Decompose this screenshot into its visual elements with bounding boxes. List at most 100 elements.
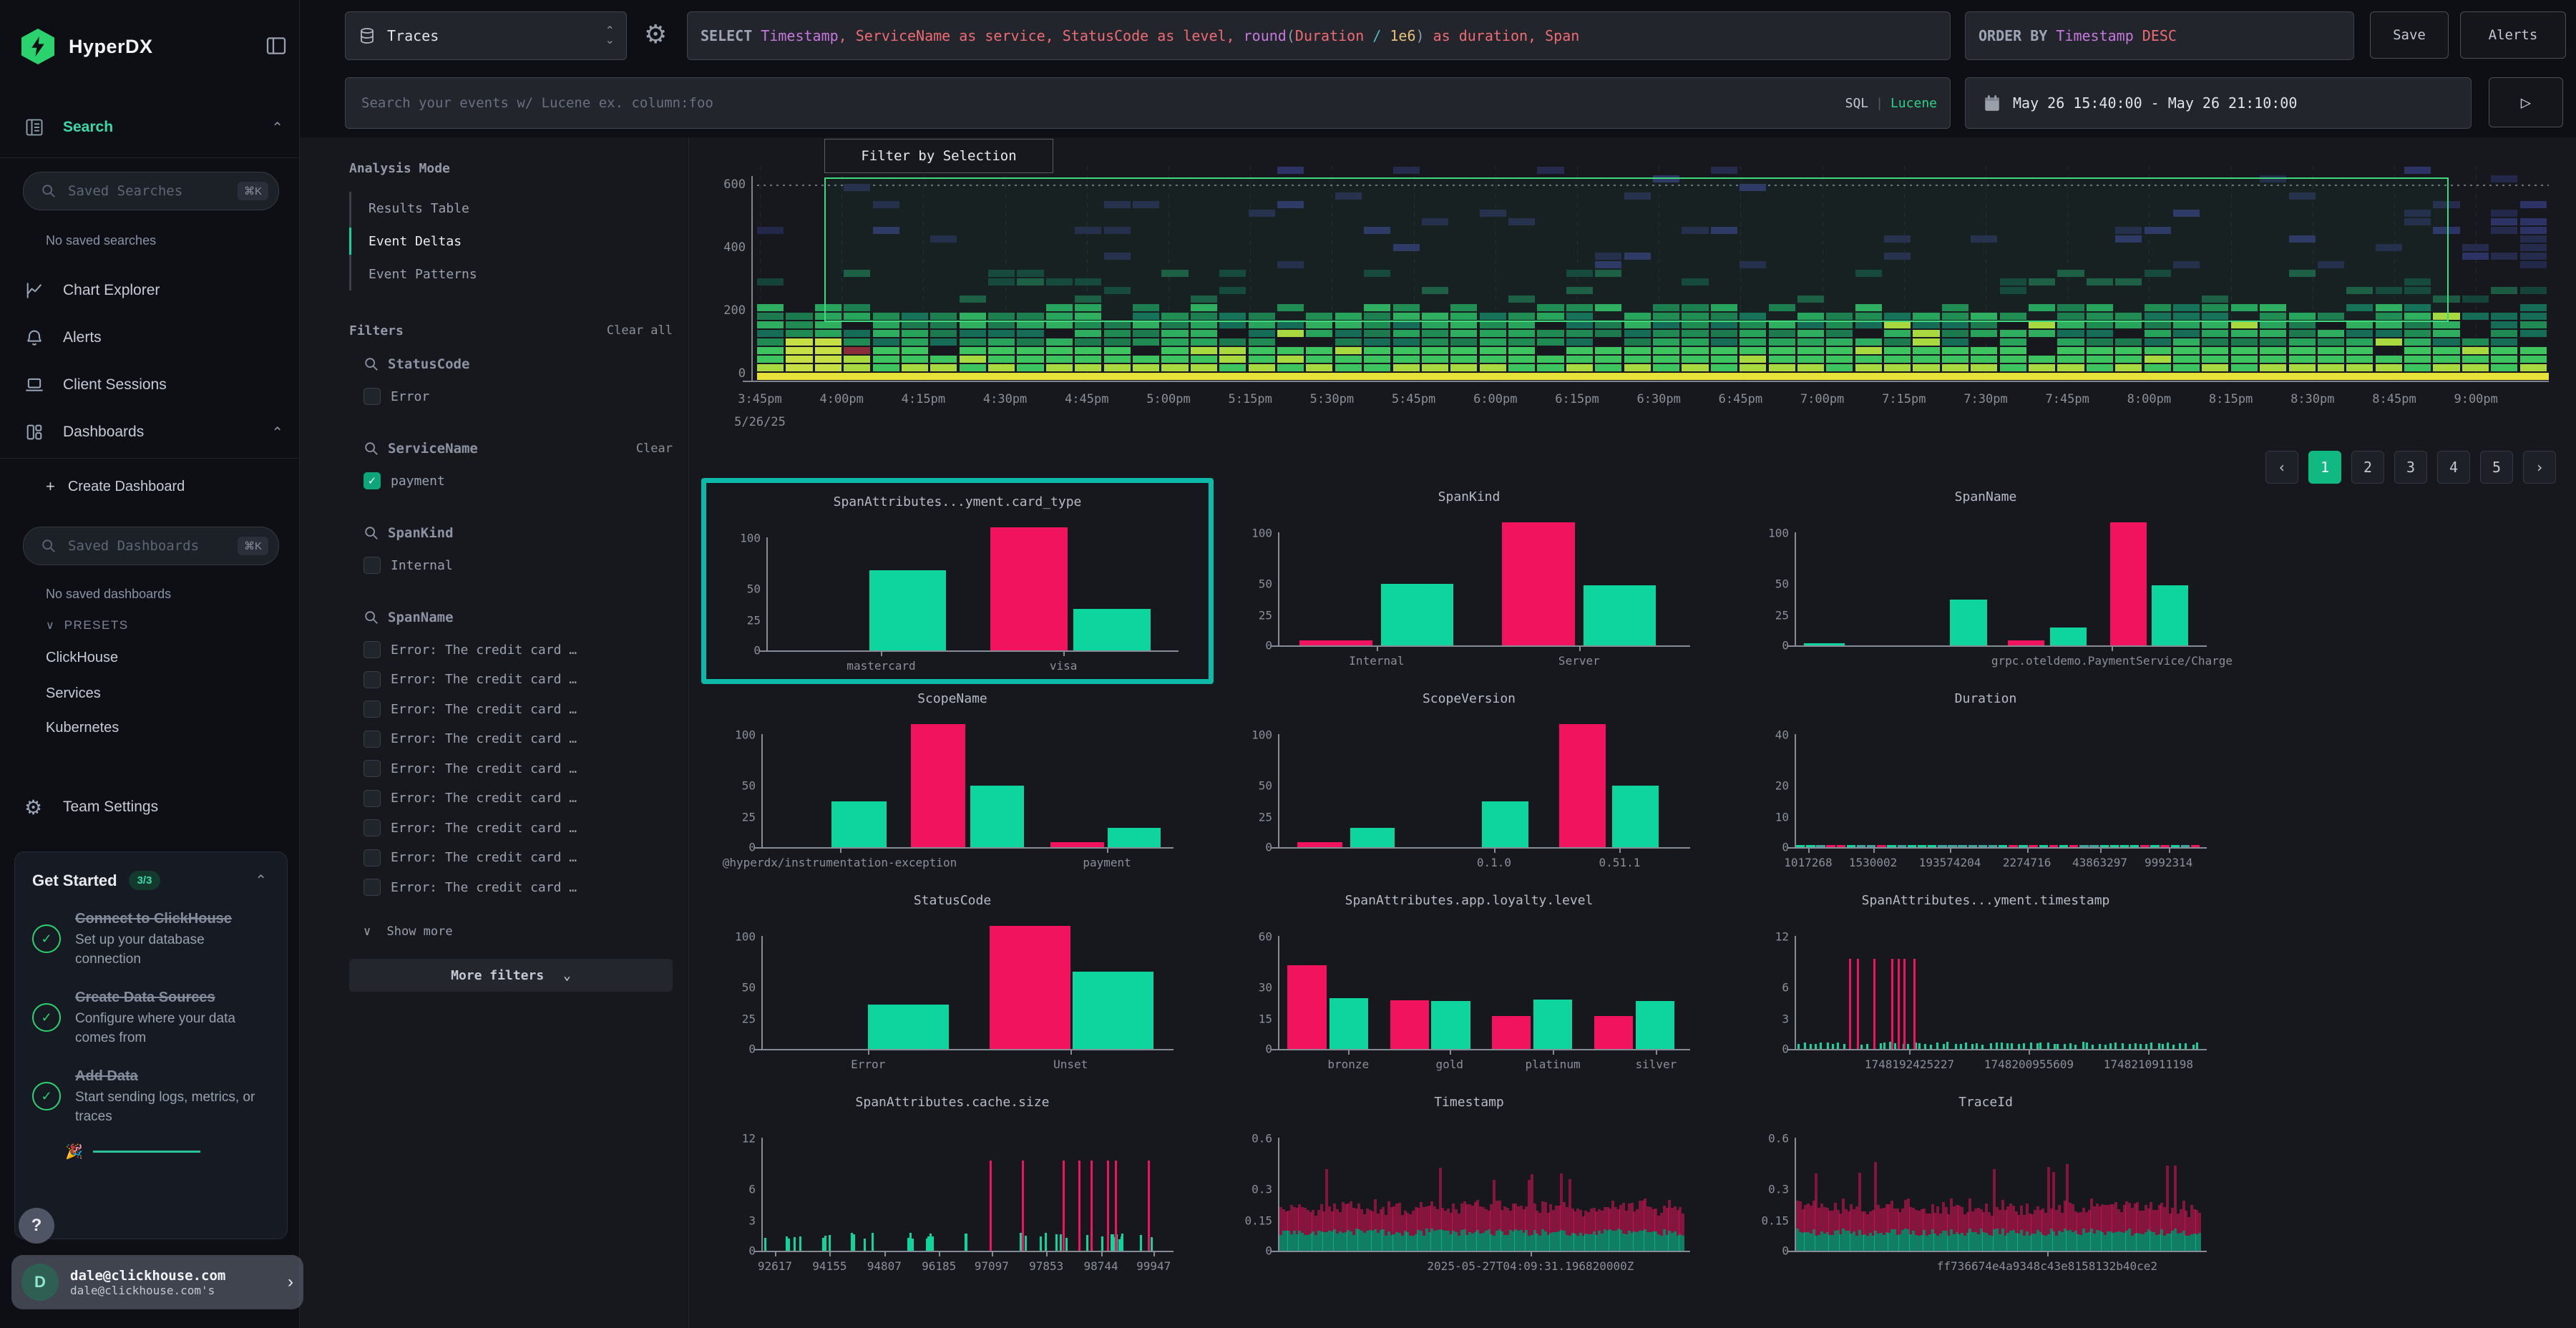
language-lucene-option[interactable]: Lucene (1890, 96, 1937, 111)
filter-option-error[interactable]: Error (364, 388, 673, 405)
alerts-button[interactable]: Alerts (2460, 11, 2566, 59)
source-select[interactable]: Traces ⌃⌄ (345, 11, 627, 60)
facet-clear-link[interactable]: Clear (636, 441, 673, 456)
pagination-page-1[interactable]: 1 (2308, 451, 2341, 484)
chart-card-scopeversion[interactable]: ScopeVersion100502500.1.00.51.1 (1218, 680, 1720, 876)
heatmap-selection-rect[interactable] (824, 177, 2449, 322)
checkbox-unchecked[interactable] (364, 388, 381, 405)
sidebar-item-client-sessions[interactable]: Client Sessions (0, 365, 299, 405)
chart-card-spanattributes-yment-timestamp[interactable]: SpanAttributes...yment.timestamp12630174… (1735, 882, 2237, 1078)
heatmap-cell (1075, 338, 1101, 346)
chevron-up-icon[interactable]: ⌃ (255, 872, 267, 889)
search-icon[interactable] (364, 441, 379, 456)
chart-card-duration[interactable]: Duration40201001017268153000219357420422… (1735, 680, 2237, 876)
presets-toggle[interactable]: ∨ PRESETS (46, 618, 129, 633)
more-filters-button[interactable]: More filters ⌄ (349, 959, 673, 992)
chart-card-timestamp[interactable]: Timestamp0.60.30.1502025-05-27T04:09:31.… (1218, 1083, 1720, 1279)
event-search-input[interactable] (360, 94, 1845, 112)
sidebar-item-alerts[interactable]: Alerts (0, 318, 299, 358)
chart-card-spanattributes-yment-card-type[interactable]: SpanAttributes...yment.card_type10050250… (701, 478, 1214, 684)
chart-green-tick (1101, 1236, 1103, 1251)
checkbox-unchecked[interactable] (364, 849, 381, 866)
filter-option-spanname[interactable]: Error: The credit card … (364, 879, 673, 896)
pagination-page-3[interactable]: 3 (2394, 451, 2427, 484)
search-icon[interactable] (364, 356, 379, 372)
filter-option-spanname[interactable]: Error: The credit card … (364, 731, 673, 748)
checkbox-unchecked[interactable] (364, 557, 381, 574)
pagination-page-4[interactable]: 4 (2437, 451, 2470, 484)
checkbox-unchecked[interactable] (364, 790, 381, 807)
saved-dashboards-search[interactable]: ⌘K (23, 527, 279, 565)
checkbox-unchecked[interactable] (364, 671, 381, 688)
heatmap-cell (1422, 330, 1448, 337)
show-more-link[interactable]: ∨ Show more (364, 924, 453, 939)
preset-services[interactable]: Services (46, 685, 101, 702)
heatmap-cell (1653, 356, 1679, 363)
filter-option-payment[interactable]: ✓ payment (364, 472, 673, 489)
saved-dashboards-input[interactable] (67, 537, 238, 555)
sidebar-item-search[interactable]: Search ⌃ (0, 107, 299, 147)
pagination-next-button[interactable]: › (2523, 451, 2556, 484)
saved-searches-search[interactable]: ⌘K (23, 172, 279, 210)
chart-xtick-label: 97097 (975, 1259, 1009, 1273)
heatmap-cell (844, 356, 870, 363)
user-menu[interactable]: D dale@clickhouse.com dale@clickhouse.co… (11, 1255, 303, 1309)
search-icon[interactable] (364, 525, 379, 541)
chart-green-tick (864, 1239, 866, 1251)
checkbox-unchecked[interactable] (364, 879, 381, 896)
clear-all-link[interactable]: Clear all (600, 323, 673, 338)
filter-option-spanname[interactable]: Error: The credit card … (364, 849, 673, 866)
filter-option-spanname[interactable]: Error: The credit card … (364, 790, 673, 807)
checkbox-unchecked[interactable] (364, 760, 381, 777)
analysis-mode-option-event-deltas[interactable]: Event Deltas (351, 225, 477, 258)
chart-card-spanattributes-cache-size[interactable]: SpanAttributes.cache.size126309261794155… (701, 1083, 1204, 1279)
pagination-page-5[interactable]: 5 (2480, 451, 2513, 484)
checkbox-unchecked[interactable] (364, 641, 381, 658)
date-range-picker[interactable]: May 26 15:40:00 - May 26 21:10:00 (1965, 77, 2472, 129)
event-search-bar[interactable]: SQL|Lucene (345, 77, 1951, 129)
search-icon[interactable] (364, 610, 379, 625)
filter-option-spanname[interactable]: Error: The credit card … (364, 671, 673, 688)
chart-card-traceid[interactable]: TraceId0.60.30.150ff736674e4a9348c43e815… (1735, 1083, 2237, 1279)
get-started-item[interactable]: ✓ Add Data Start sending logs, metrics, … (32, 1066, 267, 1126)
order-by-editor[interactable]: ORDER BY Timestamp DESC (1965, 11, 2354, 60)
filter-option-spanname[interactable]: Error: The credit card … (364, 760, 673, 777)
heatmap-xtick: 8:15pm (2209, 392, 2253, 406)
filter-option-spanname[interactable]: Error: The credit card … (364, 700, 673, 718)
sidebar-item-dashboards[interactable]: Dashboards ⌃ (0, 412, 299, 452)
chevron-up-icon[interactable]: ⌃ (271, 424, 283, 441)
sidebar-collapse-icon[interactable] (265, 34, 288, 61)
saved-searches-input[interactable] (67, 182, 238, 200)
pagination-page-2[interactable]: 2 (2351, 451, 2384, 484)
sidebar-item-chart-explorer[interactable]: Chart Explorer (0, 270, 299, 311)
checkbox-unchecked[interactable] (364, 731, 381, 748)
checkbox-checked[interactable]: ✓ (364, 472, 381, 489)
sql-select-editor[interactable]: SELECT Timestamp, ServiceName as service… (687, 11, 1951, 60)
preset-clickhouse[interactable]: ClickHouse (46, 650, 118, 666)
chart-card-spanname[interactable]: SpanName10050250grpc.oteldemo.PaymentSer… (1735, 478, 2237, 674)
analysis-mode-option-event-patterns[interactable]: Event Patterns (351, 258, 477, 290)
source-settings-gear-icon[interactable]: ⚙ (644, 21, 667, 47)
language-sql-option[interactable]: SQL (1845, 96, 1869, 111)
get-started-item[interactable]: ✓ Create Data Sources Configure where yo… (32, 987, 267, 1048)
run-query-button[interactable]: ▷ (2489, 77, 2563, 127)
chevron-up-icon[interactable]: ⌃ (271, 119, 283, 137)
chart-card-statuscode[interactable]: StatusCode10050250ErrorUnset (701, 882, 1204, 1078)
pagination-prev-button[interactable]: ‹ (2265, 451, 2298, 484)
filter-option-spanname[interactable]: Error: The credit card … (364, 819, 673, 836)
sidebar-item-team-settings[interactable]: ⚙ Team Settings (0, 787, 299, 827)
checkbox-unchecked[interactable] (364, 700, 381, 718)
create-dashboard-button[interactable]: + Create Dashboard (0, 469, 299, 504)
chart-card-spanattributes-app-loyalty-level[interactable]: SpanAttributes.app.loyalty.level6030150b… (1218, 882, 1720, 1078)
filter-by-selection-button[interactable]: Filter by Selection (824, 139, 1053, 173)
filter-option-spanname[interactable]: Error: The credit card … (364, 641, 673, 658)
chart-card-scopename[interactable]: ScopeName10050250@hyperdx/instrumentatio… (701, 680, 1204, 876)
preset-kubernetes[interactable]: Kubernetes (46, 720, 119, 736)
help-button[interactable]: ? (19, 1208, 54, 1244)
chart-card-spankind[interactable]: SpanKind10050250InternalServer (1218, 478, 1720, 674)
save-button[interactable]: Save (2370, 11, 2449, 59)
get-started-item[interactable]: ✓ Connect to ClickHouse Set up your data… (32, 909, 267, 969)
filter-option-internal[interactable]: Internal (364, 557, 673, 574)
analysis-mode-option-results-table[interactable]: Results Table (351, 192, 477, 225)
checkbox-unchecked[interactable] (364, 819, 381, 836)
